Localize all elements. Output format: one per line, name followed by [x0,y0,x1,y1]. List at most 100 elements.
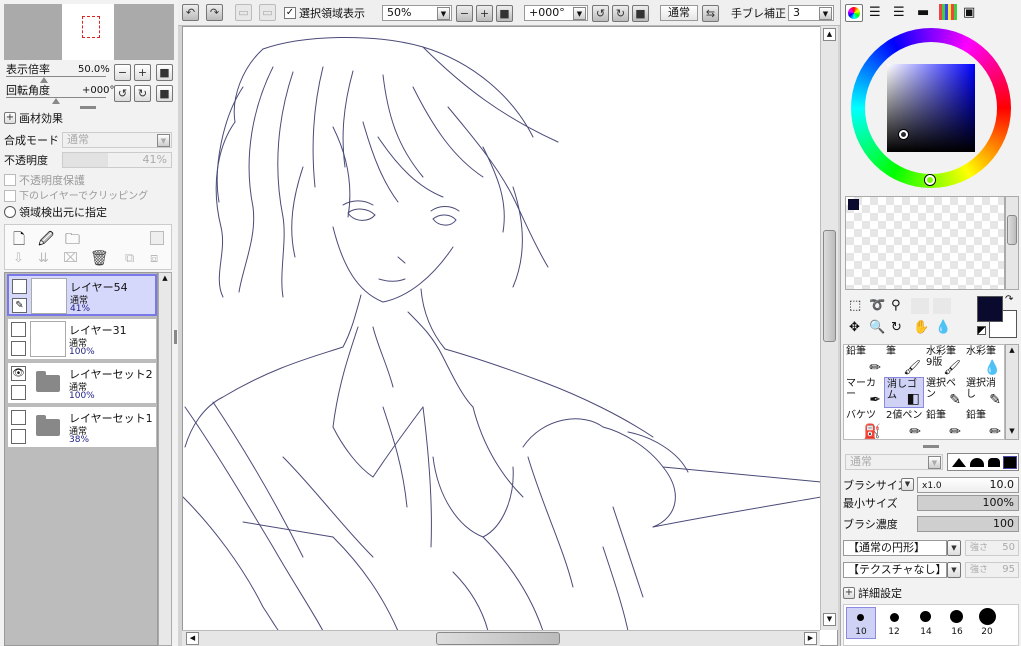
clip-to-lower-checkbox[interactable] [4,190,16,202]
brush-shape-select[interactable]: 【通常の円形】 [843,540,947,556]
show-selection-checkbox[interactable]: ✓ [284,7,296,19]
swap-colors-icon[interactable]: ↷ [1005,294,1013,305]
swatch-scroll-thumb[interactable] [1007,215,1017,245]
rotate-left-button[interactable]: ↺ [592,5,609,22]
zoom-in-button[interactable]: + [476,5,493,22]
merge-down-icon[interactable]: ⇊ [38,251,49,266]
scroll-up-icon[interactable]: ▲ [160,274,170,284]
panel-splitter[interactable] [80,106,96,109]
pen-icon[interactable]: ✎ [12,298,27,313]
undo-icon[interactable]: ↶ [182,4,199,21]
reset-colors-icon[interactable] [977,326,986,335]
primary-color-swatch[interactable] [977,296,1003,322]
redo-icon[interactable]: ↷ [206,4,223,21]
brush-preset-dot[interactable] [857,614,864,621]
layer-item[interactable]: ✎ レイヤー54 通常 41% [7,274,157,316]
edge-square-icon[interactable] [1003,456,1017,469]
rotation-reset-button[interactable]: ■ [632,5,649,22]
texture-strength-field[interactable]: 強さ 95 [965,562,1019,578]
color-wheel-tab-icon[interactable] [845,4,863,22]
brush-preset-dot[interactable] [979,608,996,625]
navigator-view-marker[interactable] [82,16,100,38]
tool-pencil-3[interactable]: 鉛筆 ✏ [964,409,1004,440]
drawing-canvas[interactable] [182,26,838,646]
move-icon[interactable]: ✥ [849,320,860,335]
zoom-out-button[interactable]: − [114,64,131,81]
preserve-opacity-checkbox[interactable] [4,174,16,186]
layer-list-scrollbar[interactable]: ▲ [158,272,172,646]
tool-bucket[interactable]: バケツ ⛽ [844,409,884,440]
blend-mode-select[interactable]: 通常 ▼ [62,132,172,148]
clear-layer-icon[interactable]: ⌧ [63,251,78,266]
merge-visible-icon[interactable]: ⧉ [125,251,134,266]
edge-medium-icon[interactable] [970,458,984,467]
rotation-reset-button[interactable]: ■ [156,85,173,102]
canvas-vertical-scrollbar[interactable]: ▲ ▼ [820,26,838,630]
navigator-preview[interactable] [4,4,174,60]
layer-option-icon[interactable] [150,231,164,245]
rotate-left-button[interactable]: ↺ [114,85,131,102]
min-size-slider[interactable]: 100% [917,495,1019,511]
tool-grid-scrollbar[interactable]: ▲ ▼ [1005,344,1019,440]
advanced-expand-icon[interactable]: + [843,587,855,599]
lasso-icon[interactable]: ➰ [869,298,885,313]
view-mode-button[interactable]: 通常 [660,5,698,21]
swatch-scrollbar[interactable] [1005,196,1019,290]
rect-select-icon[interactable]: ⬚ [849,298,861,313]
edge-hard-icon[interactable] [988,458,1000,467]
visibility-toggle[interactable] [11,322,26,337]
zoom-slider-handle[interactable] [40,77,48,83]
scratchpad-tab-icon[interactable]: ▣ [963,5,975,20]
zoom-reset-button[interactable]: ■ [156,64,173,81]
vertical-scroll-thumb[interactable] [823,230,836,342]
magic-wand-icon[interactable]: ⚲ [891,298,901,313]
chevron-down-icon[interactable]: ▼ [947,562,961,578]
flip-horizontal-icon[interactable]: ⇆ [702,5,719,22]
shape-strength-field[interactable]: 強さ 50 [965,540,1019,556]
sv-picker-handle[interactable] [899,130,908,139]
lock-toggle[interactable] [11,429,26,444]
visibility-toggle[interactable] [12,279,27,294]
rotation-select[interactable]: +000° ▼ [524,5,588,21]
edge-soft-icon[interactable] [952,458,966,467]
layer-item[interactable]: 👁 レイヤーセット2 通常 100% [7,362,157,404]
brush-preset-dot[interactable] [890,613,899,622]
rotate-right-button[interactable]: ↻ [612,5,629,22]
brush-edge-selector[interactable] [947,453,1019,471]
tool-marker[interactable]: マーカー ✒ [844,377,884,408]
scroll-down-icon[interactable]: ▼ [823,613,836,626]
panel-splitter[interactable] [923,445,939,448]
visibility-toggle[interactable] [11,410,26,425]
zoom-out-button[interactable]: − [456,5,473,22]
tool-pencil-2[interactable]: 鉛筆 ✏ [924,409,964,440]
opacity-slider[interactable]: 41% [62,152,172,168]
hue-picker-handle[interactable] [925,175,935,185]
rotate-right-button[interactable]: ↻ [134,85,151,102]
invert-selection-icon[interactable]: ▭ [259,4,276,21]
region-source-radio[interactable] [4,206,16,218]
tool-brush[interactable]: 筆 🖌 [884,345,924,376]
tool-select-eraser[interactable]: 選択消し ✎ [964,377,1004,408]
tool-watercolor-9[interactable]: 水彩筆 9版 🖌 [924,345,964,376]
eyedropper-icon[interactable]: 💧 [935,320,951,335]
tool-watercolor[interactable]: 水彩筆 💧 [964,345,1004,376]
hand-icon[interactable]: ✋ [913,320,929,335]
rotation-slider-handle[interactable] [52,98,60,104]
saturation-value-square[interactable] [887,64,975,152]
brush-preset-dot[interactable] [920,611,931,622]
zoom-in-button[interactable]: + [134,64,151,81]
zoom-select[interactable]: 50% ▼ [382,5,452,21]
scroll-up-icon[interactable]: ▲ [823,28,836,41]
swatches-tab-icon[interactable] [939,4,957,20]
tool-binary-pen[interactable]: 2値ペン ✏ [884,409,924,440]
brush-preset-dot[interactable] [950,610,963,623]
chevron-down-icon[interactable]: ▼ [901,478,914,491]
zoom-reset-button[interactable]: ■ [496,5,513,22]
panel-splitter[interactable] [174,330,177,344]
deselect-icon[interactable]: ▭ [235,4,252,21]
color-mix-tab-icon[interactable]: ▬ [917,5,929,20]
color-swatch-grid[interactable] [845,196,1005,290]
brush-blend-mode-select[interactable]: 通常 ▼ [845,454,943,470]
horizontal-scroll-thumb[interactable] [436,632,560,645]
trash-icon[interactable]: 🗑 [90,249,109,267]
